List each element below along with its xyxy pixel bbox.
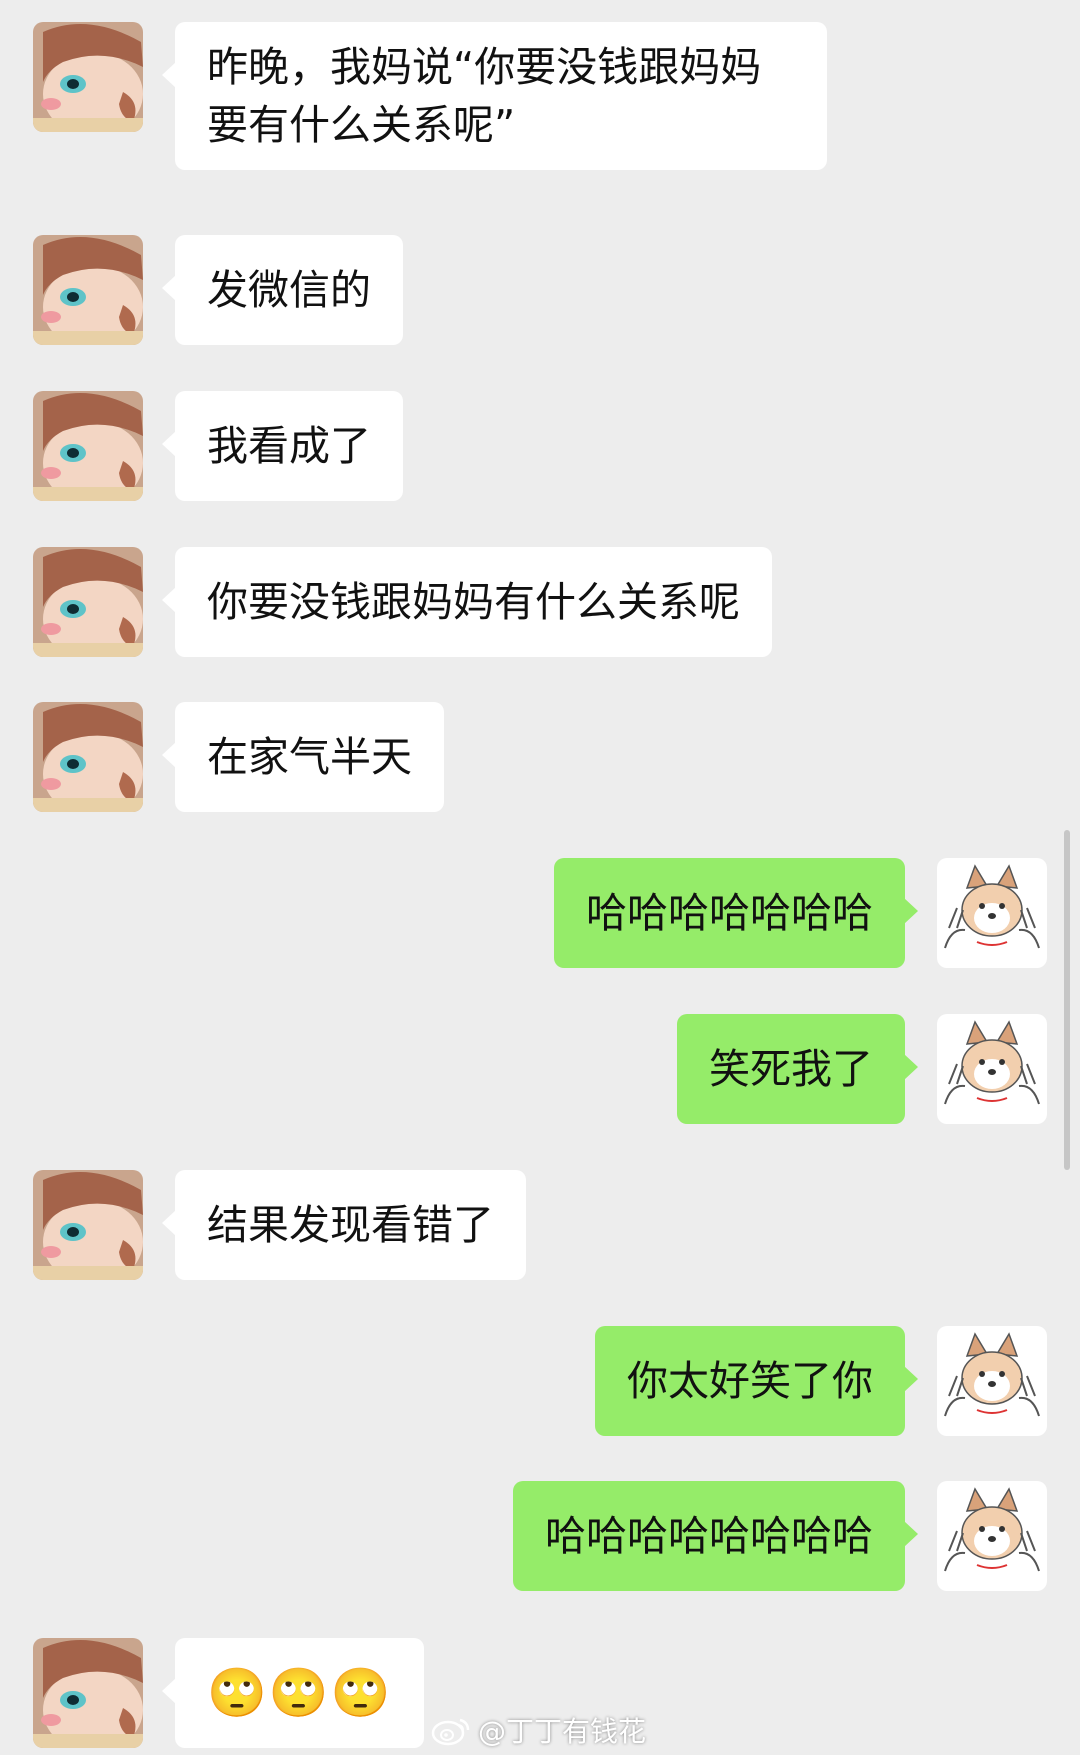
cartoon-girl-avatar-icon <box>33 1170 143 1280</box>
message-row: 结果发现看错了 <box>33 1170 526 1280</box>
cartoon-girl-avatar-icon <box>33 391 143 501</box>
message-text: 昨晚，我妈说“你要没钱跟妈妈要有什么关系呢” <box>207 43 762 149</box>
self-avatar[interactable] <box>937 1014 1047 1124</box>
contact-avatar[interactable] <box>33 391 143 501</box>
shiba-dog-avatar-icon <box>937 858 1047 968</box>
message-row: 我看成了 <box>33 391 403 501</box>
outgoing-message-bubble[interactable]: 你太好笑了你 <box>595 1326 918 1436</box>
message-row: 在家气半天 <box>33 702 444 812</box>
cartoon-girl-avatar-icon <box>33 702 143 812</box>
incoming-message-bubble[interactable]: 结果发现看错了 <box>162 1170 526 1280</box>
outgoing-message-bubble[interactable]: 哈哈哈哈哈哈哈哈 <box>513 1481 918 1591</box>
message-text: 你太好笑了你 <box>627 1357 873 1405</box>
contact-avatar[interactable] <box>33 235 143 345</box>
self-avatar[interactable] <box>937 1326 1047 1436</box>
contact-avatar[interactable] <box>33 22 143 132</box>
message-text: 🙄🙄🙄 <box>207 1665 393 1721</box>
incoming-message-bubble[interactable]: 你要没钱跟妈妈有什么关系呢 <box>162 547 772 657</box>
message-row: 哈哈哈哈哈哈哈 <box>554 858 1047 968</box>
message-row: 🙄🙄🙄 <box>33 1638 425 1748</box>
message-row: 你要没钱跟妈妈有什么关系呢 <box>33 547 772 657</box>
outgoing-message-bubble[interactable]: 哈哈哈哈哈哈哈 <box>554 858 918 968</box>
message-text: 哈哈哈哈哈哈哈哈 <box>545 1512 873 1560</box>
message-text: 笑死我了 <box>709 1045 873 1093</box>
cartoon-girl-avatar-icon <box>33 1638 143 1748</box>
chat-window: 昨晚，我妈说“你要没钱跟妈妈要有什么关系呢” 发微信的 我看成了 你要没钱跟妈妈… <box>0 0 1080 1755</box>
self-avatar[interactable] <box>937 858 1047 968</box>
self-avatar[interactable] <box>937 1481 1047 1591</box>
shiba-dog-avatar-icon <box>937 1481 1047 1591</box>
message-row: 笑死我了 <box>677 1014 1047 1124</box>
cartoon-girl-avatar-icon <box>33 22 143 132</box>
incoming-message-bubble[interactable]: 发微信的 <box>162 235 403 345</box>
contact-avatar[interactable] <box>33 1638 143 1748</box>
message-row: 昨晚，我妈说“你要没钱跟妈妈要有什么关系呢” <box>33 22 827 170</box>
message-text: 哈哈哈哈哈哈哈 <box>586 889 873 937</box>
cartoon-girl-avatar-icon <box>33 547 143 657</box>
incoming-message-bubble[interactable]: 昨晚，我妈说“你要没钱跟妈妈要有什么关系呢” <box>162 22 827 170</box>
message-text: 在家气半天 <box>207 733 412 781</box>
outgoing-message-bubble[interactable]: 笑死我了 <box>677 1014 918 1124</box>
shiba-dog-avatar-icon <box>937 1326 1047 1436</box>
message-text: 你要没钱跟妈妈有什么关系呢 <box>207 578 740 626</box>
contact-avatar[interactable] <box>33 547 143 657</box>
message-text: 我看成了 <box>207 422 371 470</box>
scrollbar[interactable] <box>1064 830 1070 1170</box>
incoming-message-bubble[interactable]: 在家气半天 <box>162 702 444 812</box>
incoming-message-bubble[interactable]: 🙄🙄🙄 <box>161 1638 425 1748</box>
contact-avatar[interactable] <box>33 702 143 812</box>
watermark: @丁丁有钱花 <box>430 1710 646 1750</box>
message-row: 你太好笑了你 <box>595 1326 1047 1436</box>
message-text: 发微信的 <box>207 266 371 314</box>
incoming-message-bubble[interactable]: 我看成了 <box>162 391 403 501</box>
contact-avatar[interactable] <box>33 1170 143 1280</box>
cartoon-girl-avatar-icon <box>33 235 143 345</box>
shiba-dog-avatar-icon <box>937 1014 1047 1124</box>
message-row: 发微信的 <box>33 235 403 345</box>
weibo-icon <box>431 1718 470 1746</box>
message-text: 结果发现看错了 <box>207 1201 494 1249</box>
message-row: 哈哈哈哈哈哈哈哈 <box>513 1481 1047 1591</box>
watermark-text: @丁丁有钱花 <box>478 1715 647 1748</box>
